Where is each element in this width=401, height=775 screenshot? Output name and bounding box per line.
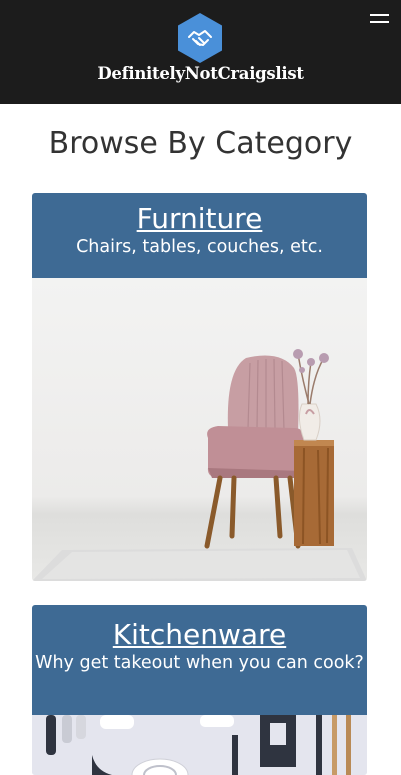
handshake-hexagon-icon[interactable]: [177, 12, 223, 64]
pink-armchair-photo[interactable]: [32, 278, 367, 581]
category-card-kitchenware[interactable]: Kitchenware Why get takeout when you can…: [32, 605, 367, 775]
category-title-link[interactable]: Kitchenware: [113, 619, 286, 651]
kitchenware-illustration: [32, 715, 367, 775]
category-header: Furniture Chairs, tables, couches, etc.: [32, 193, 367, 278]
category-description: Why get takeout when you can cook?: [35, 653, 364, 673]
page-title: Browse By Category: [48, 126, 353, 161]
armchair-illustration: [32, 349, 367, 581]
category-card-furniture[interactable]: Furniture Chairs, tables, couches, etc.: [32, 193, 367, 581]
hamburger-menu-icon[interactable]: [368, 14, 392, 28]
menu-bar: [370, 14, 389, 16]
category-title-link[interactable]: Furniture: [137, 203, 263, 235]
category-header: Kitchenware Why get takeout when you can…: [32, 605, 367, 715]
menu-bar: [370, 21, 389, 23]
site-header: DefinitelyNotCraigslist: [0, 0, 401, 104]
category-description: Chairs, tables, couches, etc.: [76, 237, 323, 257]
brand-name[interactable]: DefinitelyNotCraigslist: [0, 64, 401, 83]
kitchen-utensils-photo[interactable]: [32, 715, 367, 775]
